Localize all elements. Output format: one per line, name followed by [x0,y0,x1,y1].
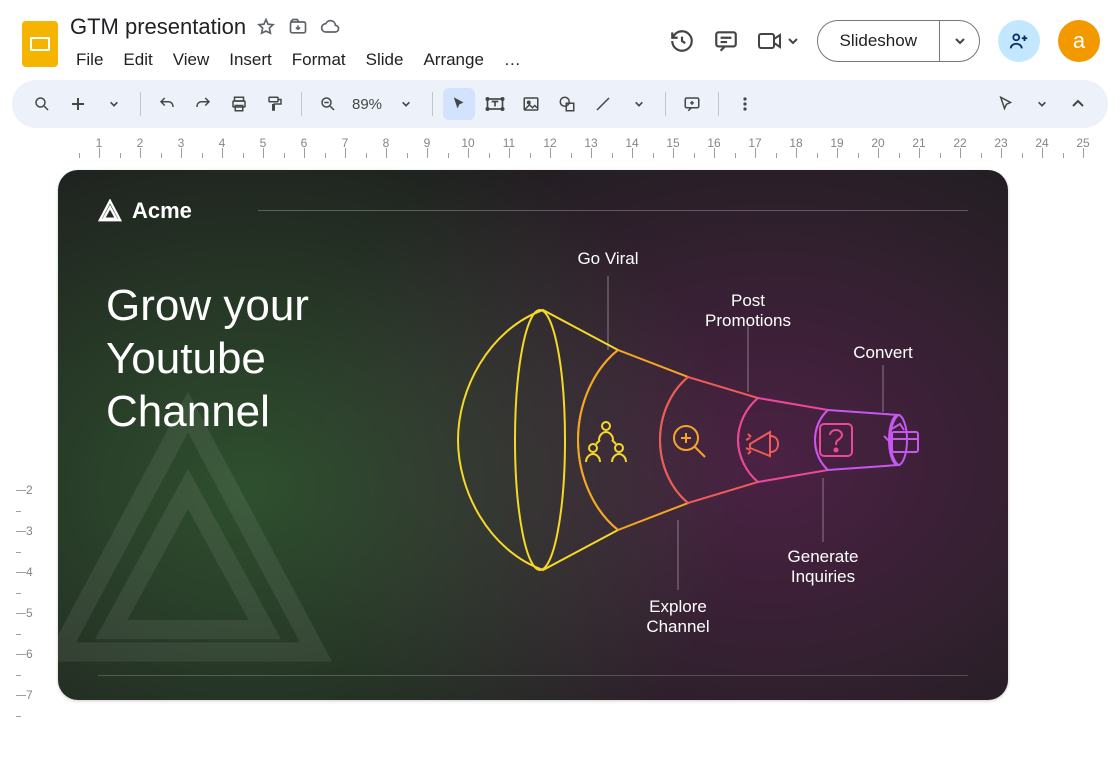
question-icon [820,424,852,456]
meet-button[interactable] [757,31,799,51]
menu-more[interactable]: … [498,48,527,72]
overflow-icon[interactable] [729,88,761,120]
brand-logo-icon [98,199,122,223]
line-tool-icon[interactable] [587,88,619,120]
slide[interactable]: Acme Grow your Youtube Channel [58,170,1008,700]
history-icon[interactable] [669,28,695,54]
funnel-mouth [515,310,565,570]
paint-format-icon[interactable] [259,88,291,120]
title-line: Youtube [106,333,309,386]
doc-title[interactable]: GTM presentation [70,14,246,40]
slide-title: Grow your Youtube Channel [106,280,309,438]
undo-icon[interactable] [151,88,183,120]
menu-bar: File Edit View Insert Format Slide Arran… [70,48,527,72]
people-icon [586,422,626,462]
stage-label: GenerateInquiries [788,547,859,586]
shape-tool-icon[interactable] [551,88,583,120]
separator [140,92,141,116]
print-icon[interactable] [223,88,255,120]
textbox-tool-icon[interactable] [479,88,511,120]
stage-label: Convert [853,343,913,362]
megaphone-icon [746,432,778,456]
stage-label: PostPromotions [705,291,791,330]
header: GTM presentation File Edit View Insert F… [0,0,1120,76]
title-line: Channel [106,386,309,439]
star-icon[interactable] [256,17,276,37]
account-avatar[interactable]: a [1058,20,1100,62]
brand: Acme [98,198,192,224]
menu-insert[interactable]: Insert [223,48,278,72]
toolbar: 89% [12,80,1108,128]
zoom-value[interactable]: 89% [348,96,386,113]
select-tool-icon[interactable] [443,88,475,120]
separator [718,92,719,116]
comment-icon[interactable] [713,28,739,54]
stage-label: ExploreChannel [646,597,709,636]
menu-view[interactable]: View [167,48,216,72]
menu-file[interactable]: File [70,48,109,72]
menu-edit[interactable]: Edit [117,48,158,72]
search-plus-icon [674,426,705,457]
stage-label: Go Viral [577,249,638,268]
separator [665,92,666,116]
new-slide-caret[interactable] [98,88,130,120]
funnel-diagram: Go Viral PostPromotions Convert ExploreC… [428,220,988,680]
move-icon[interactable] [288,17,308,37]
slideshow-caret[interactable] [939,21,979,61]
slideshow-button: Slideshow [817,20,981,62]
cloud-icon[interactable] [320,17,340,37]
horizontal-ruler: 1234567891011121314151617181920212223242… [58,134,1120,158]
zoom-caret[interactable] [390,88,422,120]
redo-icon[interactable] [187,88,219,120]
separator [432,92,433,116]
search-menu-icon[interactable] [26,88,58,120]
menu-format[interactable]: Format [286,48,352,72]
image-tool-icon[interactable] [515,88,547,120]
funnel-segment-2 [578,350,688,530]
funnel-segment-5 [815,410,898,470]
share-button[interactable] [998,20,1040,62]
pointer-mode-icon[interactable] [990,88,1022,120]
separator [301,92,302,116]
menu-slide[interactable]: Slide [360,48,410,72]
brand-name: Acme [132,198,192,224]
line-tool-caret[interactable] [623,88,655,120]
divider [258,210,968,211]
slideshow-main[interactable]: Slideshow [818,21,940,61]
title-line: Grow your [106,280,309,333]
comment-add-icon[interactable] [676,88,708,120]
funnel-segment-1 [458,310,618,570]
canvas-area[interactable]: Acme Grow your Youtube Channel [0,158,1120,700]
title-block: GTM presentation File Edit View Insert F… [70,14,527,72]
menu-arrange[interactable]: Arrange [417,48,489,72]
pointer-mode-caret[interactable] [1026,88,1058,120]
new-slide-button[interactable] [62,88,94,120]
slides-logo-icon [20,18,60,70]
zoom-icon[interactable] [312,88,344,120]
collapse-panel-icon[interactable] [1062,88,1094,120]
